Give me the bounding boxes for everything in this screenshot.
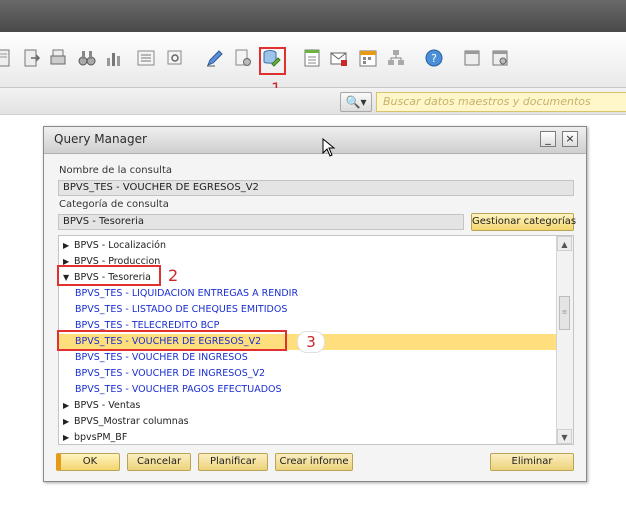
close-button[interactable]: ×	[562, 131, 578, 147]
tree-item-label: BPVS_TES - VOUCHER PAGOS EFECTUADOS	[75, 384, 282, 395]
hierarchy-icon[interactable]	[386, 48, 406, 68]
print-icon[interactable]	[49, 48, 69, 68]
list-icon[interactable]	[136, 48, 156, 68]
create-report-button[interactable]: Crear informe	[275, 453, 353, 471]
scroll-thumb[interactable]: ≡	[559, 296, 570, 330]
marker-2-box	[57, 265, 161, 286]
tree-item-label: BPVS_TES - LIQUIDACION ENTREGAS A RENDIR	[75, 288, 299, 299]
tree-query-item[interactable]: BPVS_TES - LISTADO DE CHEQUES EMITIDOS	[59, 302, 557, 318]
minimize-button[interactable]: _	[540, 131, 556, 147]
tree-folder[interactable]: ▶ BPVS - Localización	[59, 238, 557, 254]
scroll-down-button[interactable]: ▼	[557, 429, 572, 444]
email-icon[interactable]	[329, 48, 349, 68]
mouse-cursor-icon	[322, 138, 336, 157]
expand-right-icon[interactable]: ▶	[63, 430, 69, 444]
dialog-title: Query Manager	[54, 132, 147, 146]
window-gear-icon[interactable]	[490, 48, 510, 68]
document-icon[interactable]	[0, 48, 14, 68]
expand-right-icon[interactable]: ▶	[63, 414, 69, 430]
pencil-icon[interactable]	[205, 48, 225, 68]
window-icon[interactable]	[462, 48, 482, 68]
dialog-titlebar[interactable]: Query Manager _ ×	[44, 127, 586, 154]
marker-3-box	[57, 330, 287, 351]
expand-right-icon[interactable]: ▶	[63, 398, 69, 414]
manage-categories-button[interactable]: Gestionar categorías	[471, 213, 576, 231]
marker-3-label: 3	[297, 331, 325, 353]
tree-query-item[interactable]: BPVS_TES - VOUCHER DE INGRESOS_V2	[59, 366, 557, 382]
tree-item-label: BPVS_TES - LISTADO DE CHEQUES EMITIDOS	[75, 304, 288, 315]
settings-icon[interactable]	[165, 48, 185, 68]
tree-query-item[interactable]: BPVS_TES - VOUCHER PAGOS EFECTUADOS	[59, 382, 557, 398]
tree-folder[interactable]: ▶ BPVS - Ventas	[59, 398, 557, 414]
main-toolbar: ?	[0, 32, 626, 88]
search-input[interactable]: Buscar datos maestros y documentos	[376, 92, 626, 112]
document-arrow-icon[interactable]	[22, 48, 42, 68]
document-gear-icon[interactable]	[233, 48, 253, 68]
tree-item-label: BPVS - Localización	[74, 240, 167, 251]
tree-item-label: BPVS_TES - VOUCHER DE INGRESOS	[75, 352, 248, 363]
scroll-up-button[interactable]: ▲	[557, 236, 572, 251]
tree-folder[interactable]: ▶ BPVS_Mostrar columnas	[59, 414, 557, 430]
query-name-field[interactable]: BPVS_TES - VOUCHER DE EGRESOS_V2	[58, 180, 574, 196]
title-bar	[0, 0, 626, 32]
ok-button[interactable]: OK	[56, 453, 120, 471]
tree-item-label: BPVS_TES - VOUCHER DE INGRESOS_V2	[75, 368, 266, 379]
expand-right-icon[interactable]: ▶	[63, 238, 69, 254]
search-button[interactable]: 🔍▾	[340, 92, 372, 112]
checklist-icon[interactable]	[302, 48, 322, 68]
tree-item-label: BPVS - Ventas	[74, 400, 141, 411]
tree-query-item[interactable]: BPVS_TES - LIQUIDACION ENTREGAS A RENDIR	[59, 286, 557, 302]
svg-text:?: ?	[431, 52, 437, 65]
query-name-label: Nombre de la consulta	[59, 165, 173, 176]
category-field[interactable]: BPVS - Tesoreria	[58, 214, 464, 230]
marker-2-label: 2	[168, 266, 179, 285]
tree-item-label: BPVS_Mostrar columnas	[74, 416, 189, 427]
query-manager-dialog: Query Manager _ × Nombre de la consulta …	[43, 126, 587, 482]
calendar-icon[interactable]	[358, 48, 378, 68]
tree-folder[interactable]: ▶ bpvsPM_BF	[59, 430, 557, 444]
help-icon[interactable]: ?	[424, 48, 444, 68]
cancel-button[interactable]: Cancelar	[127, 453, 191, 471]
category-label: Categoría de consulta	[59, 199, 169, 210]
marker-1-box	[259, 47, 286, 75]
tree-item-label: bpvsPM_BF	[74, 432, 128, 443]
delete-button[interactable]: Eliminar	[490, 453, 574, 471]
tree-scrollbar[interactable]: ▲ ≡ ▼	[556, 236, 573, 444]
chart-icon[interactable]	[104, 48, 124, 68]
binoculars-icon[interactable]	[77, 48, 97, 68]
schedule-button[interactable]: Planificar	[198, 453, 268, 471]
